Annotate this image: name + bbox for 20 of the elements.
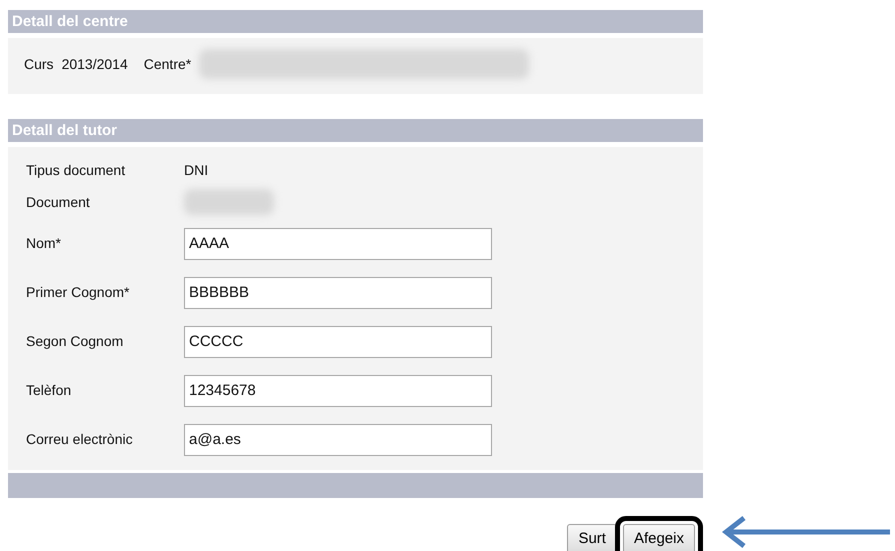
- input-field[interactable]: BBBBBB: [184, 276, 492, 308]
- field-label: Segon Cognom: [26, 332, 124, 351]
- field-label: Document: [26, 192, 91, 212]
- field-label: Curs: [24, 54, 54, 74]
- field-label: Tipus document: [26, 160, 126, 180]
- field-label: Correu electrònic: [26, 430, 134, 449]
- field-label: Primer Cognom*: [26, 283, 130, 302]
- section-header: Detall del tutor: [8, 119, 703, 142]
- input-field[interactable]: 12345678: [184, 374, 492, 406]
- field-label: Centre*: [144, 54, 192, 74]
- input-field[interactable]: AAAA: [184, 228, 492, 260]
- field-value: 2013/2014: [62, 54, 128, 74]
- section-header: Detall del centre: [8, 10, 703, 33]
- input-field[interactable]: a@a.es: [184, 424, 492, 456]
- field-label: Telèfon: [26, 381, 72, 400]
- field-value: DNI: [184, 160, 208, 180]
- input-field[interactable]: CCCCC: [184, 326, 492, 358]
- field-label: Nom*: [26, 234, 62, 253]
- form-button[interactable]: Surt: [567, 524, 617, 551]
- arrow-icon: [722, 515, 892, 549]
